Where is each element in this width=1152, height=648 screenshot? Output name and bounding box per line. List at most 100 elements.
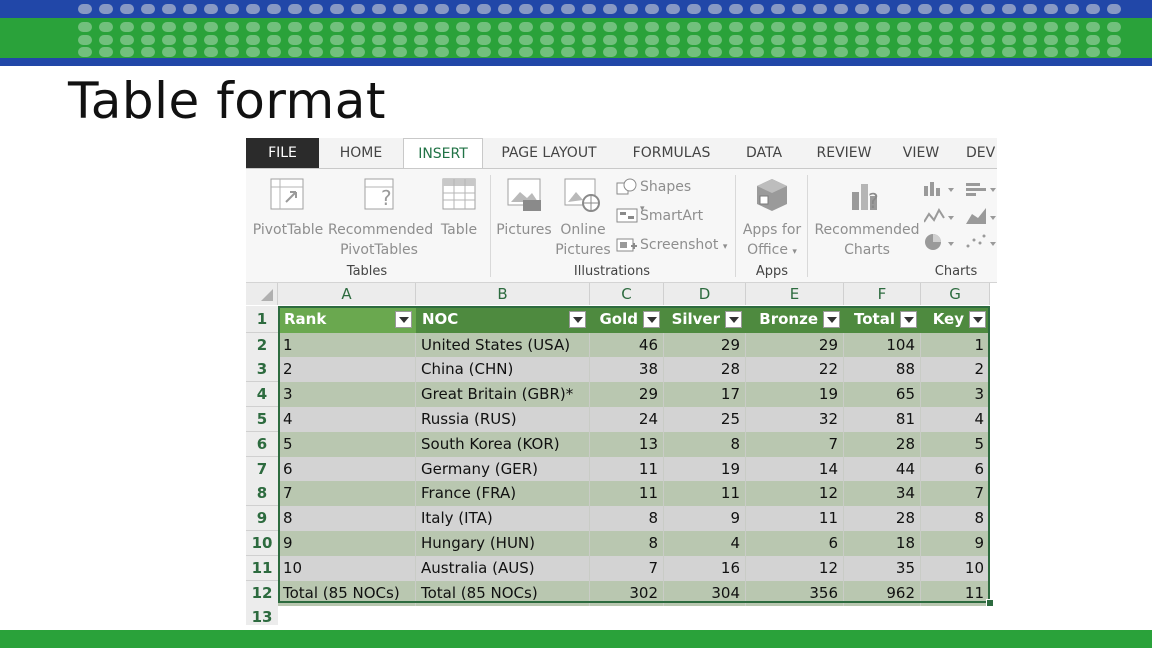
- table-cell[interactable]: 38: [590, 357, 664, 382]
- table-cell[interactable]: 22: [746, 357, 844, 382]
- table-cell[interactable]: 7: [921, 481, 990, 506]
- table-cell[interactable]: 1: [921, 333, 990, 358]
- table-cell[interactable]: 32: [746, 407, 844, 432]
- table-cell[interactable]: 9: [278, 531, 416, 556]
- filter-dropdown-icon[interactable]: [823, 311, 840, 328]
- total-row-cell[interactable]: 356: [746, 581, 844, 606]
- table-cell[interactable]: 19: [664, 457, 746, 482]
- table-cell[interactable]: Australia (AUS): [416, 556, 590, 581]
- pictures-button[interactable]: Pictures: [496, 220, 552, 240]
- table-cell[interactable]: 16: [664, 556, 746, 581]
- total-row-cell[interactable]: 962: [844, 581, 921, 606]
- table-cell[interactable]: 8: [590, 506, 664, 531]
- tab-file[interactable]: FILE: [246, 138, 319, 168]
- table-cell[interactable]: 28: [664, 357, 746, 382]
- table-cell[interactable]: South Korea (KOR): [416, 432, 590, 457]
- table-cell[interactable]: 13: [590, 432, 664, 457]
- table-cell[interactable]: 8: [664, 432, 746, 457]
- filter-dropdown-icon[interactable]: [643, 311, 660, 328]
- table-cell[interactable]: 28: [844, 506, 921, 531]
- table-cell[interactable]: 25: [664, 407, 746, 432]
- row-header-12[interactable]: 12: [246, 581, 278, 606]
- total-row-cell[interactable]: 304: [664, 581, 746, 606]
- tab-developer[interactable]: DEV: [966, 138, 997, 168]
- table-cell[interactable]: 8: [278, 506, 416, 531]
- table-cell[interactable]: 7: [746, 432, 844, 457]
- table-cell[interactable]: 7: [278, 481, 416, 506]
- row-header-9[interactable]: 9: [246, 506, 278, 531]
- table-cell[interactable]: 18: [844, 531, 921, 556]
- filter-dropdown-icon[interactable]: [969, 311, 986, 328]
- table-cell[interactable]: 4: [921, 407, 990, 432]
- online-pictures-button[interactable]: Online Pictures: [552, 220, 614, 260]
- filter-dropdown-icon[interactable]: [395, 311, 412, 328]
- table-cell[interactable]: 29: [746, 333, 844, 358]
- table-cell[interactable]: Hungary (HUN): [416, 531, 590, 556]
- row-header-6[interactable]: 6: [246, 432, 278, 457]
- table-cell[interactable]: 8: [921, 506, 990, 531]
- column-header-e[interactable]: E: [746, 283, 844, 305]
- table-cell[interactable]: United States (USA): [416, 333, 590, 358]
- row-header-11[interactable]: 11: [246, 556, 278, 581]
- table-cell[interactable]: 28: [844, 432, 921, 457]
- total-row-cell[interactable]: 302: [590, 581, 664, 606]
- table-cell[interactable]: 10: [278, 556, 416, 581]
- tab-view[interactable]: VIEW: [894, 138, 948, 168]
- table-cell[interactable]: Italy (ITA): [416, 506, 590, 531]
- column-header-f[interactable]: F: [844, 283, 921, 305]
- table-cell[interactable]: 65: [844, 382, 921, 407]
- table-cell[interactable]: 9: [664, 506, 746, 531]
- filter-dropdown-icon[interactable]: [900, 311, 917, 328]
- apps-for-office-button[interactable]: Apps for Office ▾: [738, 220, 806, 262]
- table-cell[interactable]: 10: [921, 556, 990, 581]
- chart-type-gallery[interactable]: [924, 180, 997, 262]
- table-cell[interactable]: 6: [921, 457, 990, 482]
- table-cell[interactable]: 9: [921, 531, 990, 556]
- table-cell[interactable]: 2: [278, 357, 416, 382]
- table-cell[interactable]: Great Britain (GBR)*: [416, 382, 590, 407]
- row-header-1[interactable]: 1: [246, 306, 278, 333]
- table-cell[interactable]: Russia (RUS): [416, 407, 590, 432]
- table-cell[interactable]: 44: [844, 457, 921, 482]
- table-cell[interactable]: 8: [590, 531, 664, 556]
- select-all-corner[interactable]: [246, 283, 278, 305]
- table-cell[interactable]: 19: [746, 382, 844, 407]
- table-cell[interactable]: 29: [590, 382, 664, 407]
- column-header-d[interactable]: D: [664, 283, 746, 305]
- row-header-2[interactable]: 2: [246, 333, 278, 358]
- table-cell[interactable]: 1: [278, 333, 416, 358]
- table-cell[interactable]: Germany (GER): [416, 457, 590, 482]
- table-cell[interactable]: 88: [844, 357, 921, 382]
- table-cell[interactable]: 3: [921, 382, 990, 407]
- table-cell[interactable]: 14: [746, 457, 844, 482]
- table-cell[interactable]: 3: [278, 382, 416, 407]
- row-header-3[interactable]: 3: [246, 357, 278, 382]
- table-cell[interactable]: 4: [664, 531, 746, 556]
- table-cell[interactable]: 6: [746, 531, 844, 556]
- total-row-cell[interactable]: Total (85 NOCs): [416, 581, 590, 606]
- table-cell[interactable]: 11: [590, 481, 664, 506]
- table-cell[interactable]: 5: [921, 432, 990, 457]
- tab-formulas[interactable]: FORMULAS: [624, 138, 719, 168]
- table-cell[interactable]: 6: [278, 457, 416, 482]
- table-cell[interactable]: 29: [664, 333, 746, 358]
- table-cell[interactable]: 11: [664, 481, 746, 506]
- screenshot-button[interactable]: Screenshot ▾: [640, 235, 730, 257]
- recommended-charts-button[interactable]: Recommended Charts: [812, 220, 922, 260]
- row-header-5[interactable]: 5: [246, 407, 278, 432]
- table-cell[interactable]: China (CHN): [416, 357, 590, 382]
- column-header-b[interactable]: B: [416, 283, 590, 305]
- total-row-cell[interactable]: Total (85 NOCs): [278, 581, 416, 606]
- row-header-4[interactable]: 4: [246, 382, 278, 407]
- table-resize-handle[interactable]: [986, 599, 994, 607]
- worksheet-grid[interactable]: ABCDEFG 1 2 3 4 5 6 7 8 9 10 11 12 13 Rank NOC Gold Sil…: [246, 283, 997, 625]
- row-header-8[interactable]: 8: [246, 481, 278, 506]
- column-header-a[interactable]: A: [278, 283, 416, 305]
- pivottable-button[interactable]: PivotTable: [252, 220, 324, 240]
- table-cell[interactable]: 12: [746, 481, 844, 506]
- table-cell[interactable]: 81: [844, 407, 921, 432]
- tab-page-layout[interactable]: PAGE LAYOUT: [494, 138, 604, 168]
- table-cell[interactable]: 2: [921, 357, 990, 382]
- table-cell[interactable]: 11: [590, 457, 664, 482]
- column-header-c[interactable]: C: [590, 283, 664, 305]
